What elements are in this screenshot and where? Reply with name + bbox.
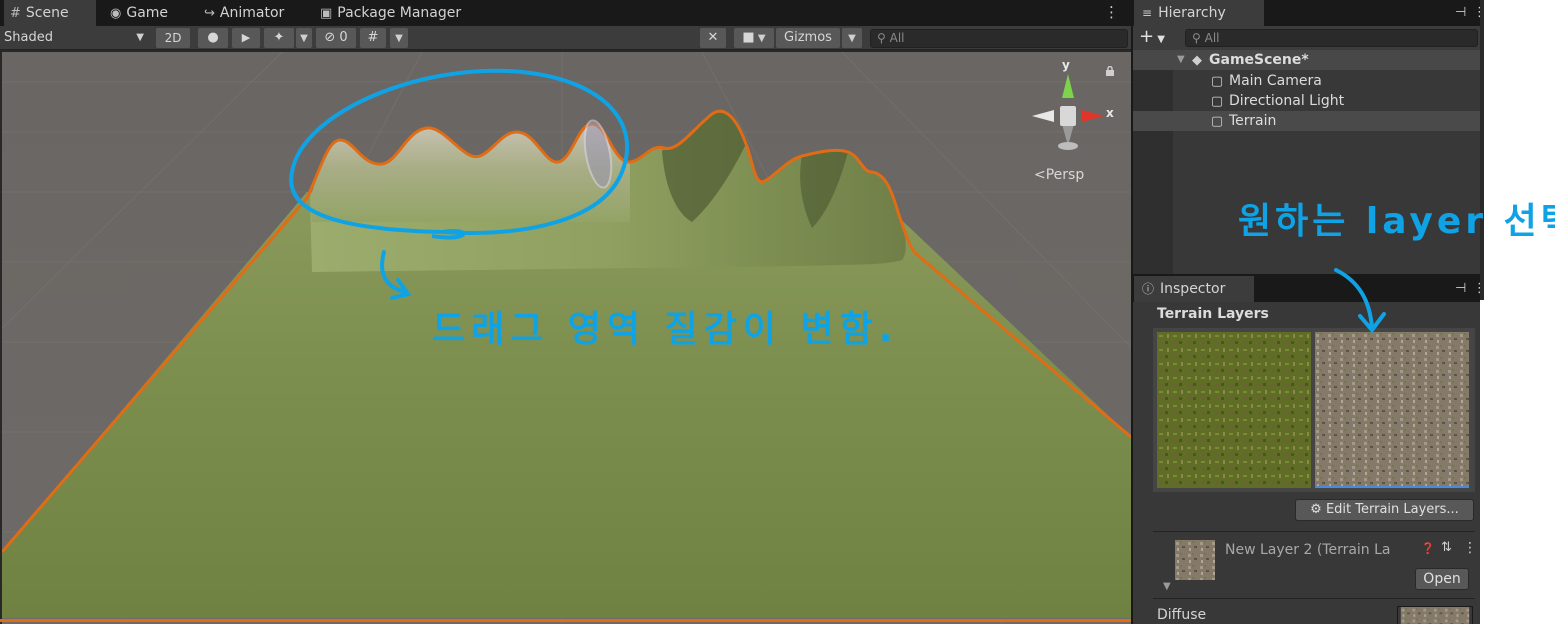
info-icon: ⓘ (1142, 282, 1155, 296)
annotation-select-text: 원하는 layer 선택 (1238, 201, 1555, 242)
foldout-arrow-icon[interactable]: ▼ (1163, 581, 1171, 592)
lock-icon[interactable]: ⊣ (1455, 276, 1466, 302)
terrain-layer-grass-thumbnail[interactable] (1157, 332, 1311, 488)
grid-dropdown-icon[interactable]: ▼ (390, 28, 408, 48)
outside-area (1480, 0, 1555, 624)
hierarchy-search-input[interactable]: ⚲ All (1185, 29, 1478, 47)
gear-icon: ⚙ (1310, 502, 1322, 517)
inspector-panel: ⓘInspector ⊣ ⋮ Terrain Layers (1133, 276, 1486, 624)
unity-scene-icon: ◆ (1192, 53, 1202, 68)
grid-toggle-icon[interactable]: # (360, 28, 386, 48)
gamepad-icon: ◉ (110, 6, 122, 21)
scene-toolbar: Shaded ▼ 2D ● ▶ ✦ ▼ ⊘ 0 # ▼ ✕ ■ ▼ Gizmos … (0, 26, 1131, 50)
kebab-menu-icon[interactable]: ⋮ (1104, 0, 1119, 26)
search-icon: ⚲ (1192, 31, 1201, 45)
preset-icon[interactable]: ⇅ (1441, 540, 1452, 555)
hierarchy-item-directional-light[interactable]: ▢ Directional Light (1133, 91, 1480, 111)
kebab-menu-icon[interactable]: ⋮ (1463, 540, 1477, 556)
tab-scene[interactable]: # Scene (4, 0, 96, 26)
open-button[interactable]: Open (1415, 568, 1469, 590)
gizmos-dropdown-icon[interactable]: ▼ (842, 28, 862, 48)
tab-hierarchy[interactable]: ≡ Hierarchy (1134, 0, 1264, 26)
hierarchy-tabbar: ≡Hierarchy ⊣ ⋮ (1133, 0, 1486, 26)
edit-terrain-layers-button[interactable]: ⚙ Edit Terrain Layers... (1295, 499, 1474, 521)
audio-toggle-icon[interactable]: ▶ (232, 28, 260, 48)
shading-mode-dropdown[interactable]: Shaded ▼ (4, 28, 150, 48)
scene-visibility-button[interactable]: ⊘ 0 (316, 28, 356, 48)
list-icon: ≡ (1142, 6, 1153, 20)
layer-name: New Layer 2 (Terrain La (1225, 542, 1391, 558)
hidden-eye-icon: ⊘ (324, 30, 336, 45)
terrain-layer-palette (1153, 328, 1475, 492)
annotation-drag-text: 드래그 영역 질감이 변함. (432, 309, 899, 350)
gizmos-button[interactable]: Gizmos (776, 28, 840, 48)
divider (1153, 598, 1475, 599)
add-object-button[interactable]: + ▼ (1139, 26, 1165, 50)
hierarchy-item-main-camera[interactable]: ▢ Main Camera (1133, 71, 1480, 91)
search-icon: ⚲ (877, 31, 886, 45)
terrain-layer-gravel-thumbnail[interactable] (1315, 332, 1469, 488)
scene-row[interactable]: ▼ ◆ GameScene* (1133, 50, 1480, 70)
gizmo-y-label[interactable]: y (1062, 58, 1070, 72)
tools-icon[interactable]: ✕ (700, 28, 726, 48)
gameobject-cube-icon: ▢ (1210, 74, 1224, 89)
hierarchy-toolbar: + ▼ ⚲ All (1133, 26, 1480, 50)
lighting-toggle-icon[interactable]: ● (198, 28, 228, 48)
gameobject-cube-icon: ▢ (1210, 114, 1224, 129)
scene-tabbar: # Scene ◉ Game ↪ Animator ▣ Package Manager … (0, 0, 1131, 26)
scene-search-input[interactable]: ⚲ All (870, 29, 1128, 48)
tab-animator[interactable]: ↪ Animator (198, 0, 310, 26)
scene-panel: # Scene ◉ Game ↪ Animator ▣ Package Manager … (0, 0, 1131, 624)
annotation-arrow (1334, 268, 1386, 334)
foldout-arrow-icon[interactable]: ▼ (1177, 50, 1185, 70)
2d-toggle-button[interactable]: 2D (156, 28, 190, 48)
camera-settings-icon[interactable]: ■ ▼ (734, 28, 774, 48)
projection-toggle[interactable]: <Persp (1034, 167, 1084, 183)
gameobject-cube-icon: ▢ (1210, 94, 1224, 109)
window-edge (1480, 0, 1484, 300)
tab-package-manager[interactable]: ▣ Package Manager (314, 0, 494, 26)
divider (1153, 531, 1475, 532)
diffuse-label: Diffuse (1157, 607, 1207, 623)
chevron-down-icon: ▼ (136, 32, 144, 43)
effects-dropdown-icon[interactable]: ▼ (296, 28, 312, 48)
gizmo-x-label[interactable]: x (1106, 106, 1114, 120)
hierarchy-item-terrain[interactable]: ▢ Terrain (1133, 111, 1480, 131)
layer-thumbnail (1175, 540, 1215, 580)
tab-game[interactable]: ◉ Game (104, 0, 192, 26)
help-icon[interactable]: ❓ (1421, 542, 1435, 555)
selection-outline-edge (0, 619, 1131, 622)
animator-icon: ↪ (204, 6, 215, 21)
terrain-layers-heading: Terrain Layers (1157, 306, 1269, 322)
diffuse-texture-field[interactable] (1397, 606, 1473, 624)
grid-icon: # (10, 6, 21, 21)
package-icon: ▣ (320, 6, 333, 21)
effects-toggle-icon[interactable]: ✦ (264, 28, 294, 48)
lock-icon[interactable]: ⊣ (1455, 0, 1466, 26)
tab-inspector[interactable]: ⓘ Inspector (1134, 276, 1254, 302)
lock-icon[interactable] (1105, 66, 1115, 76)
inspector-tabbar: ⓘInspector ⊣ ⋮ (1133, 276, 1486, 302)
